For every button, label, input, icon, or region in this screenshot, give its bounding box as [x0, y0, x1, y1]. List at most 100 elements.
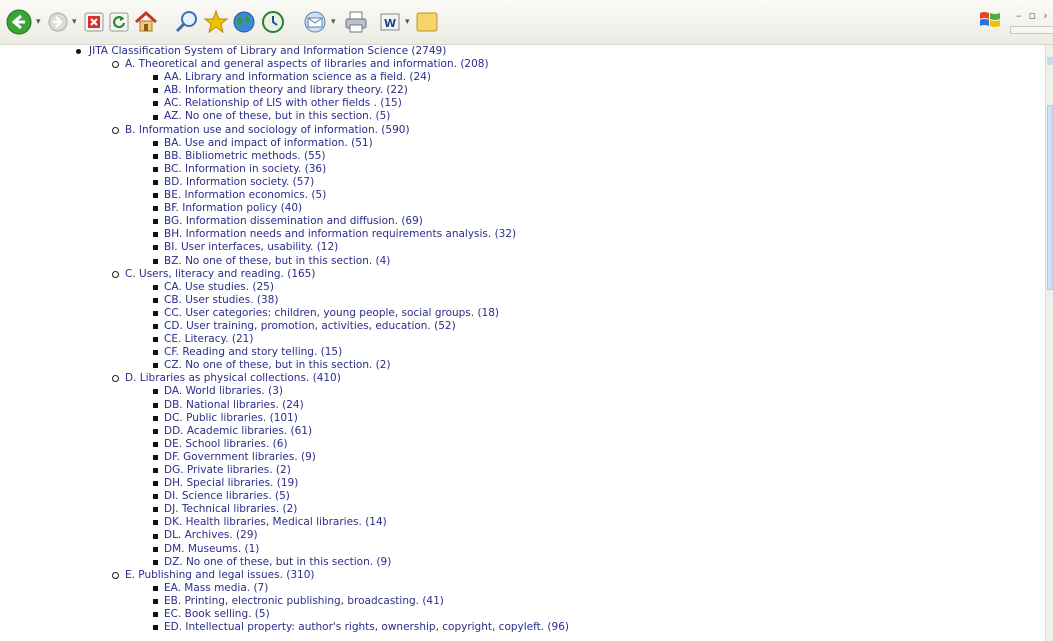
word-icon[interactable]: W: [380, 12, 400, 32]
subsection-link[interactable]: AC. Relationship of LIS with other field…: [164, 97, 402, 110]
globe-icon[interactable]: [231, 9, 257, 35]
subsection-link[interactable]: CD. User training, promotion, activities…: [164, 320, 456, 333]
subsection-link[interactable]: BF. Information policy (40): [164, 202, 302, 215]
subsection-list: CA. Use studies. (25) CB. User studies. (…: [111, 281, 1045, 373]
subsection-link[interactable]: DK. Health libraries, Medical libraries.…: [164, 516, 387, 529]
subsection-link[interactable]: EC. Book selling. (5): [164, 608, 270, 621]
mail-dropdown-icon[interactable]: ▾: [331, 18, 336, 27]
subsection-link[interactable]: DI. Science libraries. (5): [164, 490, 290, 503]
edit-dropdown-icon[interactable]: ▾: [405, 18, 410, 27]
subsection-item: BC. Information in society. (36): [111, 163, 1045, 176]
scroll-up-icon[interactable]: [1047, 57, 1053, 65]
subsection-link[interactable]: DH. Special libraries. (19): [164, 477, 298, 490]
folder-icon[interactable]: [414, 9, 440, 35]
section-link[interactable]: B. Information use and sociology of info…: [125, 124, 410, 137]
subsection-link[interactable]: DG. Private libraries. (2): [164, 464, 291, 477]
subsection-link[interactable]: EB. Printing, electronic publishing, bro…: [164, 595, 444, 608]
square-bullet-icon: [153, 258, 158, 264]
square-bullet-icon: [153, 441, 158, 447]
subsection-item: BI. User interfaces, usability. (12): [111, 241, 1045, 254]
subsection-item: CC. User categories: children, young peo…: [111, 307, 1045, 320]
stop-icon[interactable]: [84, 12, 104, 32]
subsection-item: CE. Literacy. (21): [111, 333, 1045, 346]
subsection-link[interactable]: DJ. Technical libraries. (2): [164, 503, 297, 516]
subsection-link[interactable]: DE. School libraries. (6): [164, 438, 288, 451]
subsection-link[interactable]: CB. User studies. (38): [164, 294, 278, 307]
subsection-item: BE. Information economics. (5): [111, 189, 1045, 202]
mail-icon[interactable]: [302, 9, 328, 35]
subsection-link[interactable]: BB. Bibliometric methods. (55): [164, 150, 326, 163]
window-controls[interactable]: – ▫ ›: [1016, 9, 1051, 22]
subsection-link[interactable]: BH. Information needs and information re…: [164, 228, 516, 241]
subsection-item: DK. Health libraries, Medical libraries.…: [111, 516, 1045, 529]
browser-toolbar: ▾ ▾ ▾ W ▾ – ▫ ›: [0, 0, 1053, 45]
subsection-link[interactable]: BE. Information economics. (5): [164, 189, 326, 202]
subsection-link[interactable]: CA. Use studies. (25): [164, 281, 274, 294]
square-bullet-icon: [153, 337, 158, 343]
star-icon[interactable]: [203, 9, 229, 35]
vertical-scrollbar[interactable]: [1045, 45, 1053, 641]
home-icon[interactable]: [133, 9, 159, 35]
subsection-link[interactable]: DL. Archives. (29): [164, 529, 258, 542]
subsection-link[interactable]: DC. Public libraries. (101): [164, 412, 298, 425]
subsection-link[interactable]: BI. User interfaces, usability. (12): [164, 241, 338, 254]
square-bullet-icon: [153, 75, 158, 81]
search-icon[interactable]: [174, 9, 200, 35]
printer-icon[interactable]: [343, 9, 369, 35]
refresh-icon[interactable]: [109, 12, 129, 32]
scroll-thumb[interactable]: [1047, 105, 1053, 290]
subsection-link[interactable]: DD. Academic libraries. (61): [164, 425, 312, 438]
square-bullet-icon: [153, 179, 158, 185]
section-link[interactable]: E. Publishing and legal issues. (310): [125, 569, 315, 582]
subsection-link[interactable]: DA. World libraries. (3): [164, 385, 283, 398]
subsection-link[interactable]: CC. User categories: children, young peo…: [164, 307, 499, 320]
root-link[interactable]: JITA Classification System of Library an…: [89, 45, 446, 58]
subsection-link[interactable]: DZ. No one of these, but in this section…: [164, 556, 391, 569]
section-link[interactable]: A. Theoretical and general aspects of li…: [125, 58, 489, 71]
subsection-link[interactable]: AB. Information theory and library theor…: [164, 84, 408, 97]
square-bullet-icon: [153, 559, 158, 565]
subsection-item: BF. Information policy (40): [111, 202, 1045, 215]
square-bullet-icon: [153, 350, 158, 356]
subsection-link[interactable]: CE. Literacy. (21): [164, 333, 253, 346]
disc-bullet-icon: [76, 49, 81, 55]
subsection-link[interactable]: EA. Mass media. (7): [164, 582, 268, 595]
subsection-link[interactable]: CZ. No one of these, but in this section…: [164, 359, 391, 372]
subsection-link[interactable]: BD. Information society. (57): [164, 176, 314, 189]
subsection-link[interactable]: ED. Intellectual property: author's righ…: [164, 621, 569, 634]
section-link[interactable]: C. Users, literacy and reading. (165): [125, 268, 315, 281]
subsection-item: AA. Library and information science as a…: [111, 71, 1045, 84]
back-arrow-icon[interactable]: [6, 9, 32, 35]
subsection-item: BB. Bibliometric methods. (55): [111, 150, 1045, 163]
square-bullet-icon: [153, 245, 158, 251]
section-link[interactable]: D. Libraries as physical collections. (4…: [125, 372, 341, 385]
subsection-link[interactable]: CF. Reading and story telling. (15): [164, 346, 342, 359]
square-bullet-icon: [153, 415, 158, 421]
forward-arrow-icon[interactable]: [48, 12, 68, 32]
square-bullet-icon: [153, 585, 158, 591]
forward-dropdown-icon[interactable]: ▾: [72, 18, 77, 27]
subsection-link[interactable]: BG. Information dissemination and diffus…: [164, 215, 423, 228]
subsection-link[interactable]: DF. Government libraries. (9): [164, 451, 316, 464]
square-bullet-icon: [153, 284, 158, 290]
subsection-link[interactable]: DM. Museums. (1): [164, 543, 259, 556]
page-content: JITA Classification System of Library an…: [0, 45, 1045, 641]
square-bullet-icon: [153, 402, 158, 408]
svg-text:W: W: [384, 17, 396, 30]
history-icon[interactable]: [260, 9, 286, 35]
square-bullet-icon: [153, 219, 158, 225]
restore-icon[interactable]: ▫: [1029, 9, 1039, 22]
subsection-item: CD. User training, promotion, activities…: [111, 320, 1045, 333]
subsection-link[interactable]: BA. Use and impact of information. (51): [164, 137, 373, 150]
subsection-list: EA. Mass media. (7) EB. Printing, electro…: [111, 582, 1045, 634]
square-bullet-icon: [153, 297, 158, 303]
subsection-link[interactable]: BZ. No one of these, but in this section…: [164, 255, 390, 268]
subsection-link[interactable]: DB. National libraries. (24): [164, 399, 304, 412]
close-icon[interactable]: ›: [1043, 9, 1050, 22]
subsection-item: DG. Private libraries. (2): [111, 464, 1045, 477]
square-bullet-icon: [153, 598, 158, 604]
back-dropdown-icon[interactable]: ▾: [36, 18, 41, 27]
subsection-link[interactable]: BC. Information in society. (36): [164, 163, 326, 176]
subsection-link[interactable]: AZ. No one of these, but in this section…: [164, 110, 390, 123]
subsection-link[interactable]: AA. Library and information science as a…: [164, 71, 431, 84]
